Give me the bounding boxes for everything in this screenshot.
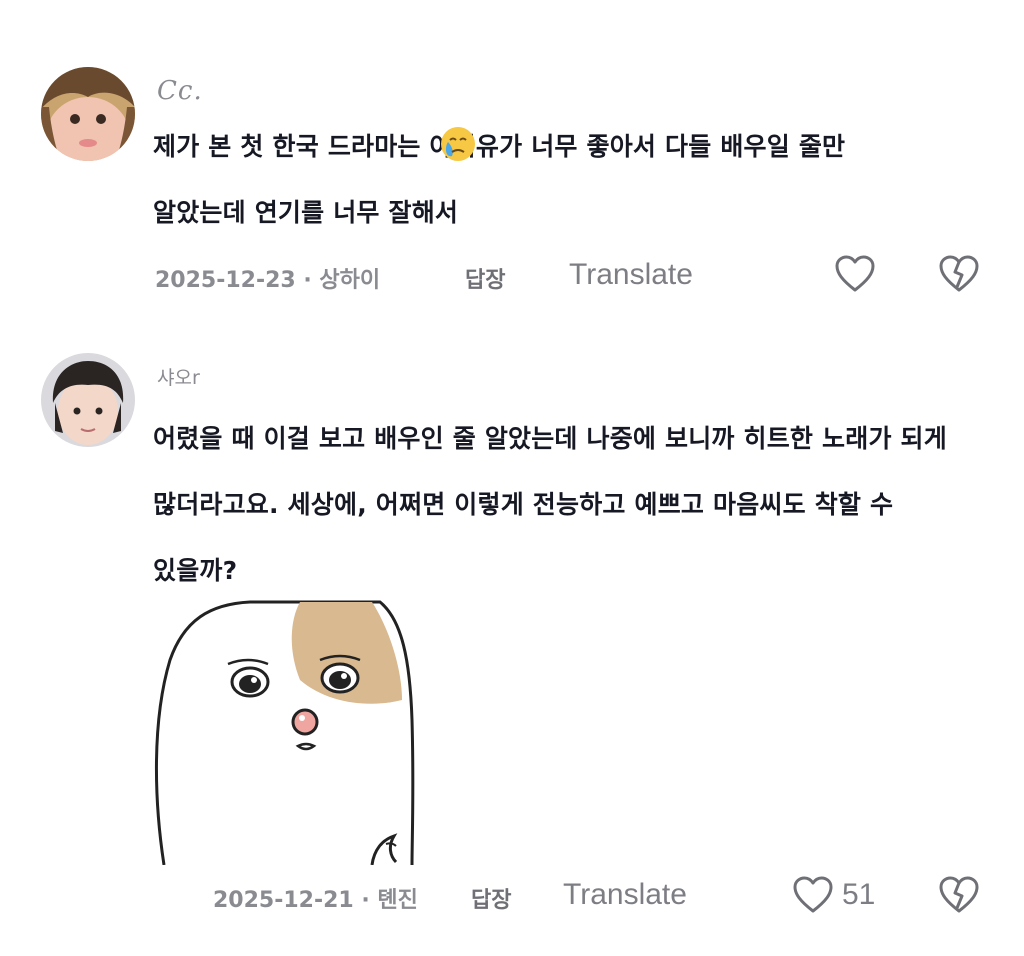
heart-outline-icon[interactable] (834, 254, 876, 298)
avatar[interactable] (41, 353, 135, 447)
like-count: 51 (842, 878, 876, 911)
comment-text-line: 제가 본 첫 한국 드라마는 아이유가 너무 좋아서 다들 배우일 줄만 (153, 132, 846, 161)
comment-date-location: 2025-12-21 · 톈진 (213, 888, 418, 913)
teary-eyed-blob-sticker[interactable] (150, 600, 420, 866)
comment-item: Cc. 제가 본 첫 한국 드라마는 아이유가 너무 좋아서 다들 배우일 줄만… (0, 0, 1024, 320)
crying-emoji-icon (440, 126, 476, 162)
heart-outline-icon[interactable] (792, 875, 834, 919)
comment-text-line: 알았는데 연기를 너무 잘해서 (153, 198, 459, 227)
comment-text: 어렸을 때 이걸 보고 배우인 줄 알았는데 나중에 보니까 히트한 노래가 되… (153, 406, 983, 604)
comment-date-location: 2025-12-23 · 상하이 (155, 268, 381, 293)
translate-button[interactable]: Translate (569, 258, 693, 292)
broken-heart-icon[interactable] (938, 875, 980, 919)
comment-text-line: 어렸을 때 이걸 보고 배우인 줄 알았는데 나중에 보니까 히트한 노래가 되… (153, 424, 947, 453)
comment-text-line: 많더라고요. 세상에, 어쩌면 이렇게 전능하고 예쁘고 마음씨도 착할 수 (153, 490, 894, 519)
reply-button[interactable]: 답장 (465, 262, 505, 294)
comment-text-line: 있을까? (153, 556, 238, 585)
username[interactable]: 샤오r (157, 363, 200, 390)
reply-button[interactable]: 답장 (471, 882, 511, 914)
comment-item: 샤오r 어렸을 때 이걸 보고 배우인 줄 알았는데 나중에 보니까 히트한 노… (0, 320, 1024, 956)
broken-heart-icon[interactable] (938, 254, 980, 298)
translate-button[interactable]: Translate (563, 878, 687, 912)
avatar[interactable] (41, 67, 135, 161)
username[interactable]: Cc. (157, 76, 203, 106)
comment-text: 제가 본 첫 한국 드라마는 아이유가 너무 좋아서 다들 배우일 줄만 알았는… (153, 114, 983, 246)
